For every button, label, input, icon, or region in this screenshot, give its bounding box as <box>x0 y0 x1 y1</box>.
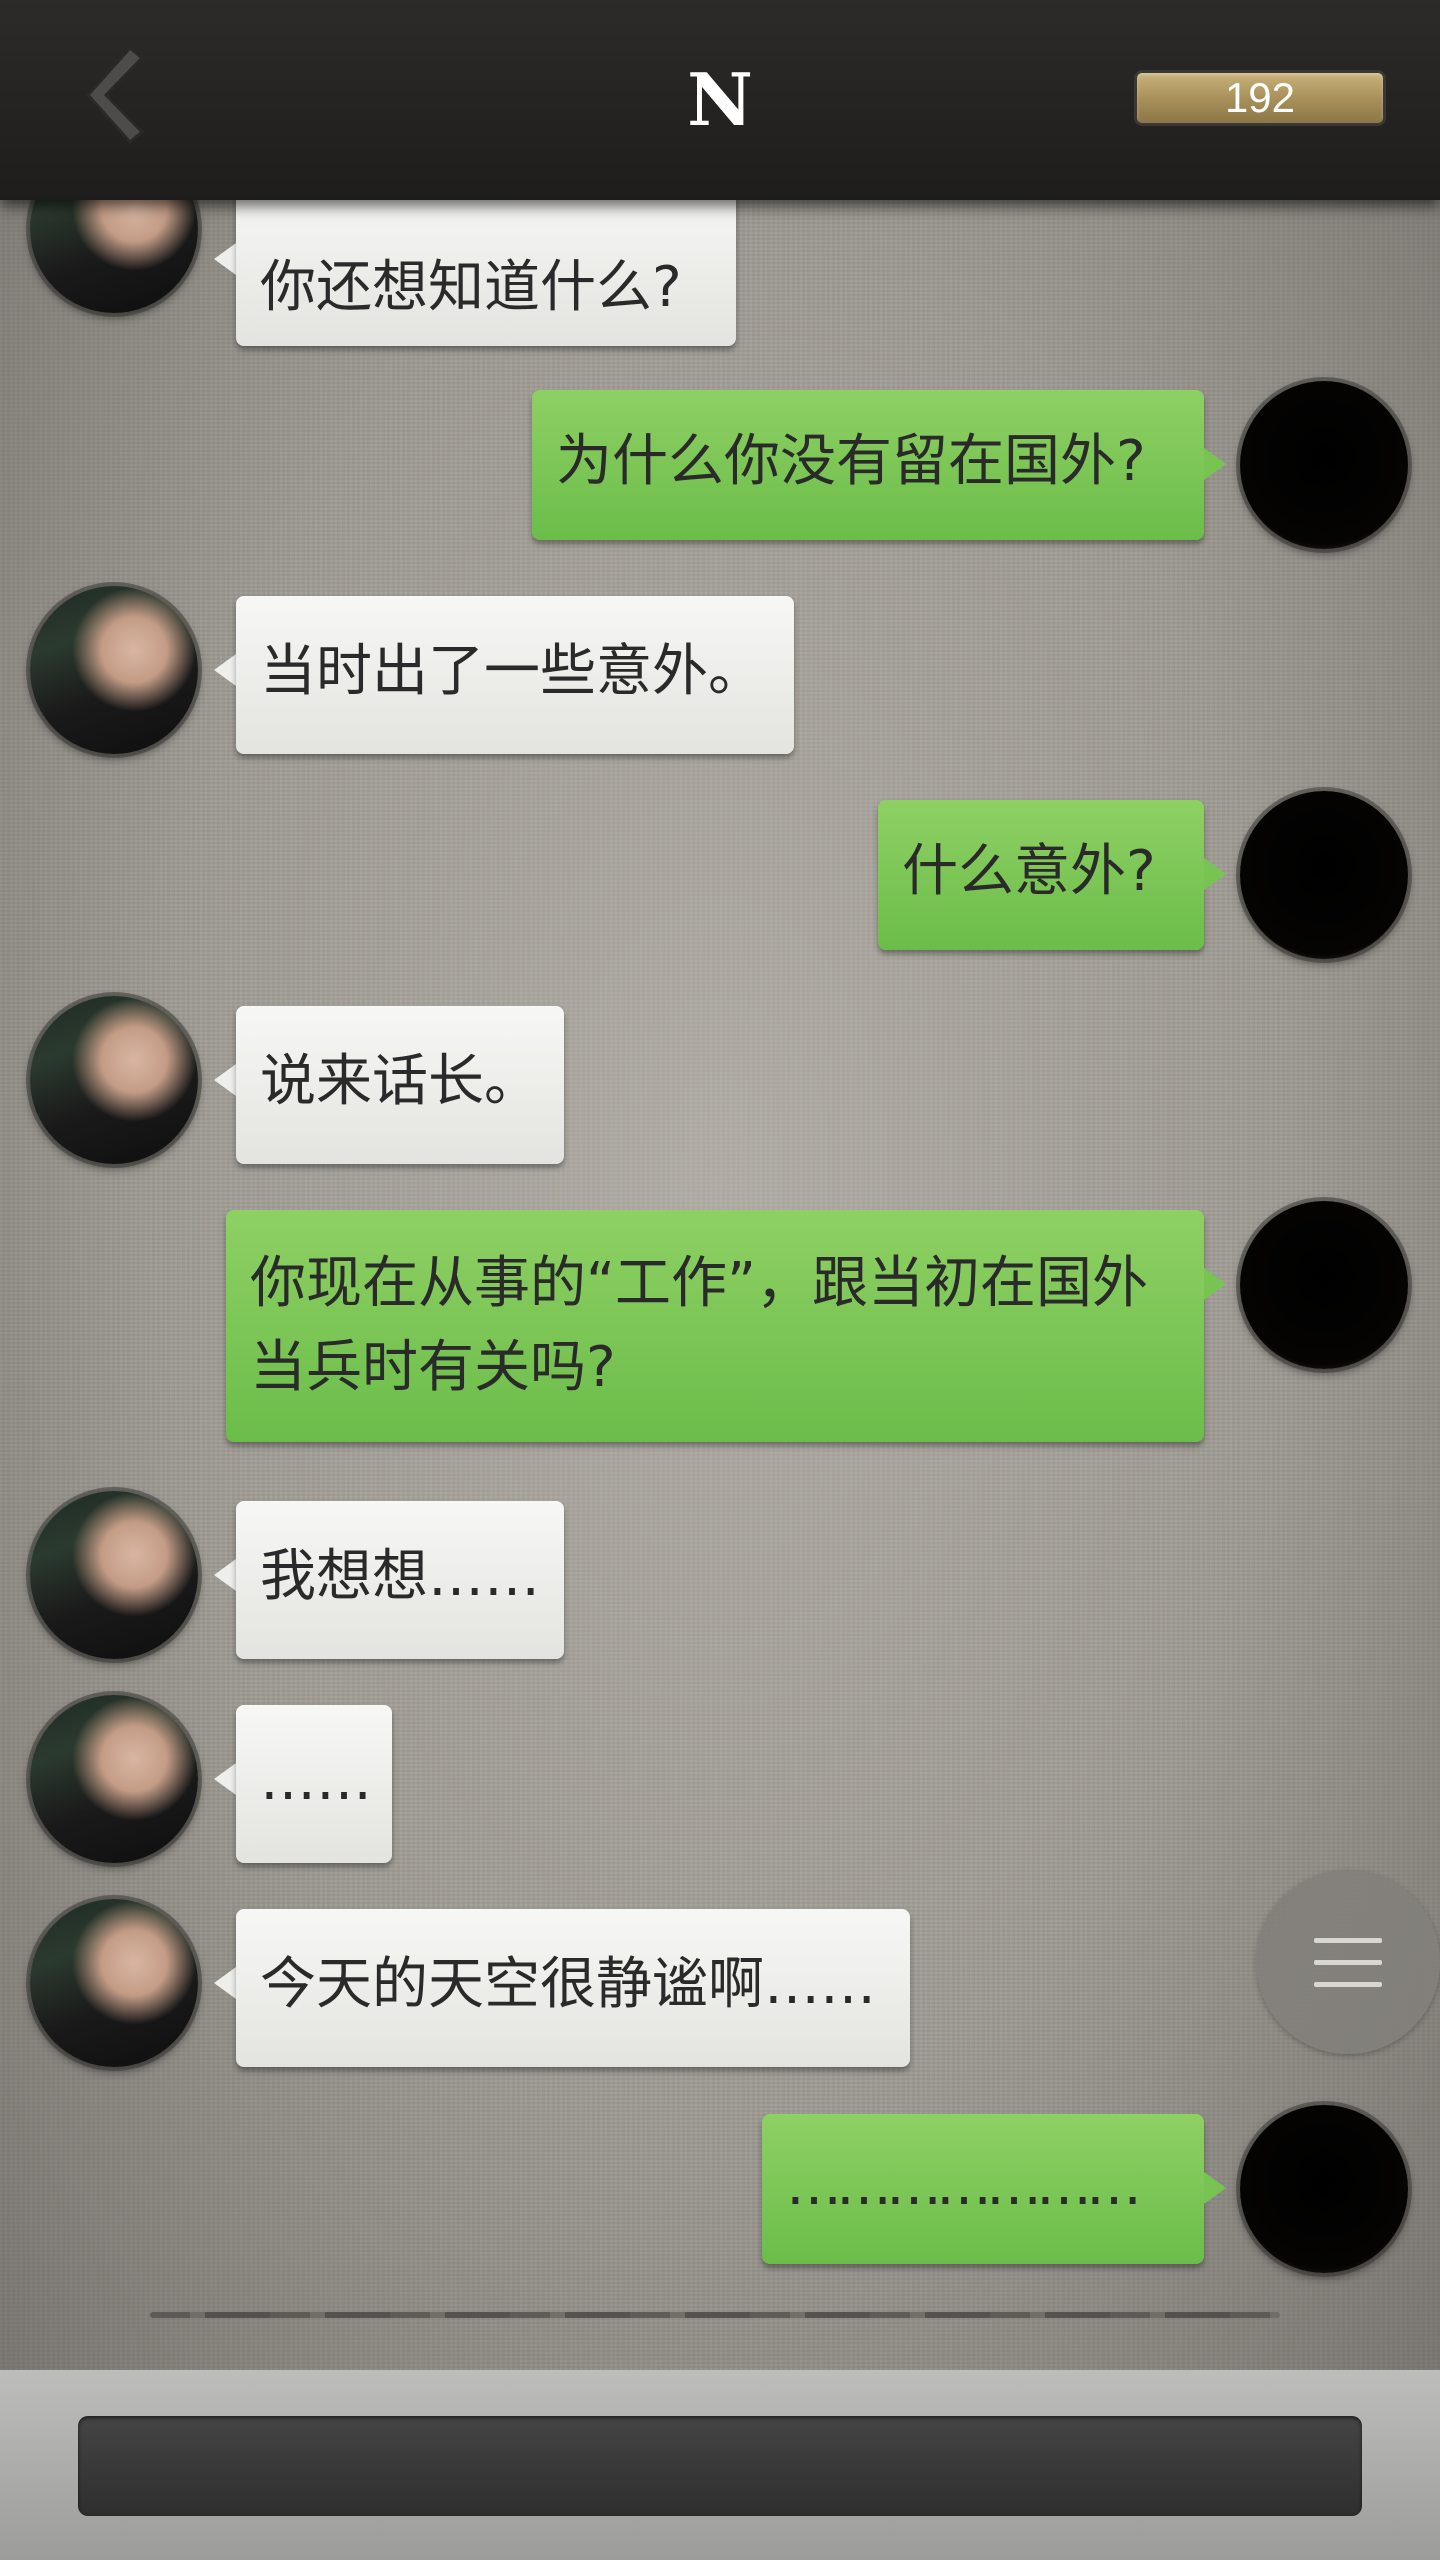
player-avatar <box>1240 791 1408 959</box>
bubble-tail <box>214 1064 236 1096</box>
hamburger-menu-icon <box>1314 1938 1382 1943</box>
message-bubble-npc: 说来话长。 <box>236 1006 564 1164</box>
chat-title: N <box>687 57 753 142</box>
message-bubble-npc: 今天的天空很静谧啊…… <box>236 1909 910 2067</box>
message-bubble-npc: 我想想…… <box>236 1501 564 1659</box>
bubble-tail <box>214 1559 236 1591</box>
chat-divider <box>150 2312 1280 2318</box>
message-bubble-me: 为什么你没有留在国外? <box>532 390 1204 540</box>
message-bubble-npc: 你还想知道什么? <box>236 200 736 346</box>
message-bubble-me: 你现在从事的“工作”，跟当初在国外当兵时有关吗? <box>226 1210 1204 1442</box>
npc-avatar <box>30 586 198 754</box>
bottom-bar <box>0 2370 1440 2560</box>
top-bar: N 192 <box>0 0 1440 200</box>
player-avatar <box>1240 1201 1408 1369</box>
bubble-tail <box>1204 858 1226 890</box>
message-bubble-npc: 当时出了一些意外。 <box>236 596 794 754</box>
npc-avatar <box>30 1899 198 2067</box>
npc-avatar <box>30 996 198 1164</box>
back-button[interactable] <box>60 40 160 150</box>
message-bubble-me: 什么意外? <box>878 800 1204 950</box>
reply-input-bar[interactable] <box>78 2416 1362 2516</box>
player-avatar <box>1240 2105 1408 2273</box>
hamburger-menu-icon <box>1314 1982 1382 1987</box>
bubble-tail <box>1204 448 1226 480</box>
npc-avatar <box>30 200 198 313</box>
menu-button[interactable] <box>1256 1870 1440 2054</box>
npc-avatar <box>30 1491 198 1659</box>
bubble-tail <box>1204 1268 1226 1300</box>
chat-area: 你还想知道什么? 为什么你没有留在国外? 当时出了一些意外。 什么意外? 说来话… <box>0 200 1440 2370</box>
chevron-left-icon <box>85 45 145 145</box>
player-avatar <box>1240 381 1408 549</box>
npc-avatar <box>30 1695 198 1863</box>
bubble-tail <box>214 654 236 686</box>
bubble-tail <box>214 1967 236 1999</box>
bubble-tail <box>214 243 236 275</box>
message-bubble-me: ………………… <box>762 2114 1204 2264</box>
bubble-tail <box>1204 2172 1226 2204</box>
message-bubble-npc: …… <box>236 1705 392 1863</box>
bubble-tail <box>214 1763 236 1795</box>
hamburger-menu-icon <box>1314 1960 1382 1965</box>
points-counter: 192 <box>1134 70 1386 126</box>
